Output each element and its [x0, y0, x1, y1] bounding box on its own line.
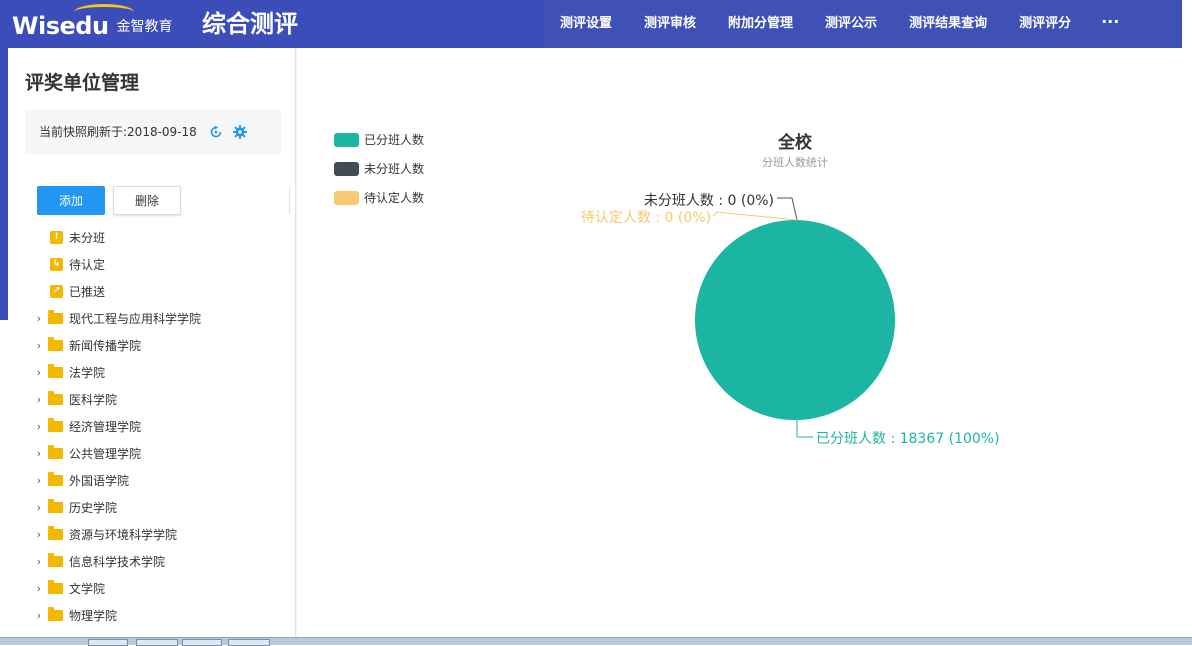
tree-folder-item[interactable]: › 文学院 [30, 575, 201, 602]
tree-item-label: 待认定 [69, 258, 106, 272]
chevron-right-icon[interactable]: › [30, 582, 48, 595]
tree-folder-item[interactable]: › 法学院 [30, 359, 201, 386]
settings-gear-icon[interactable] [232, 125, 247, 139]
folder-icon [48, 580, 63, 594]
folder-icon [48, 553, 63, 567]
pie-data-label: 已分班人数 : 18367 (100%) [816, 431, 1000, 447]
add-button[interactable]: 添加 [37, 186, 105, 215]
chevron-right-icon[interactable]: › [30, 420, 48, 433]
chevron-right-icon[interactable]: › [30, 393, 48, 406]
folder-icon [48, 472, 63, 486]
snapshot-text: 当前快照刷新于:2018-09-18 [39, 125, 197, 139]
folder-icon [48, 445, 63, 459]
app-title: 综合测评 [202, 10, 298, 38]
folder-icon [48, 526, 63, 540]
more-menu-icon[interactable]: ··· [1087, 0, 1133, 48]
tree-folder-label: 文学院 [69, 582, 106, 596]
window-edge [1182, 0, 1192, 48]
top-navigation-bar: Wisedu 金智教育 综合测评 测评设置 测评审核 附加分管理 测评公示 测评… [0, 0, 1192, 48]
tree-folder-item[interactable]: › 资源与环境科学学院 [30, 521, 201, 548]
pie-data-label: 待认定人数 : 0 (0%) [581, 210, 711, 226]
main-content: 已分班人数 未分班人数 待认定人数 全校 分班人数统计 已分班人数 : 1836… [297, 48, 1192, 638]
chevron-right-icon[interactable]: › [30, 501, 48, 514]
folder-icon [48, 364, 63, 378]
tree-folder-label: 经济管理学院 [69, 420, 142, 434]
folder-icon [48, 418, 63, 432]
tree-folder-item[interactable]: › 新闻传播学院 [30, 332, 201, 359]
tree-item-label: 未分班 [69, 231, 106, 245]
wisedu-logo[interactable]: Wisedu 金智教育 [12, 4, 173, 42]
label-leader-line [796, 418, 813, 438]
sidebar: 评奖单位管理 当前快照刷新于:2018-09-18 添加 删除 ! 未分班 ↳ … [8, 48, 296, 638]
tree-folder-label: 历史学院 [69, 501, 118, 515]
nav-item-evaluation-scoring[interactable]: 测评评分 [1003, 0, 1087, 48]
nav-item-evaluation-settings[interactable]: 测评设置 [544, 0, 628, 48]
tree-folder-item[interactable]: › 经济管理学院 [30, 413, 201, 440]
tree-item-pending[interactable]: ↳ 待认定 [30, 251, 201, 278]
snapshot-info: 当前快照刷新于:2018-09-18 [25, 110, 281, 154]
tree-folder-label: 物理学院 [69, 609, 118, 623]
tree-folder-label: 资源与环境科学学院 [69, 528, 178, 542]
nav-item-evaluation-review[interactable]: 测评审核 [628, 0, 712, 48]
chevron-right-icon[interactable]: › [30, 366, 48, 379]
sidebar-title: 评奖单位管理 [25, 72, 140, 94]
tree-folder-label: 法学院 [69, 366, 106, 380]
toolbar-divider [289, 188, 290, 214]
left-accent-strip [0, 48, 8, 320]
tree-item-unassigned[interactable]: ! 未分班 [30, 224, 201, 251]
tree-folder-item[interactable]: › 物理学院 [30, 602, 201, 629]
chevron-right-icon[interactable]: › [30, 474, 48, 487]
logo-swoosh-icon [74, 4, 134, 20]
tree-folder-item[interactable]: › 现代工程与应用科学学院 [30, 305, 201, 332]
tree-folder-item[interactable]: › 医科学院 [30, 386, 201, 413]
pie-data-label: 未分班人数 : 0 (0%) [644, 193, 774, 209]
tree-folder-item[interactable]: › 历史学院 [30, 494, 201, 521]
tree-folder-label: 新闻传播学院 [69, 339, 142, 353]
tree-item-pushed[interactable]: ↗ 已推送 [30, 278, 201, 305]
share-icon: ↗ [50, 285, 63, 298]
tree-item-label: 已推送 [69, 285, 106, 299]
pie-chart: 已分班人数 : 18367 (100%) 未分班人数 : 0 (0%)待认定人数 … [581, 193, 1000, 447]
folder-icon [48, 337, 63, 351]
tree-folder-label: 公共管理学院 [69, 447, 142, 461]
tree-folder-item[interactable]: › 信息科学技术学院 [30, 548, 201, 575]
folder-icon [48, 310, 63, 324]
warning-icon: ! [50, 231, 63, 244]
folder-icon [48, 391, 63, 405]
nav-item-evaluation-publicity[interactable]: 测评公示 [809, 0, 893, 48]
chevron-right-icon[interactable]: › [30, 312, 48, 325]
chevron-right-icon[interactable]: › [30, 609, 48, 622]
pending-icon: ↳ [50, 258, 63, 271]
nav-item-result-query[interactable]: 测评结果查询 [893, 0, 1003, 48]
chevron-right-icon[interactable]: › [30, 447, 48, 460]
tree-folder-item[interactable]: › 外国语学院 [30, 467, 201, 494]
unit-tree: ! 未分班 ↳ 待认定 ↗ 已推送 › 现代工程与应用科学学院 › 新闻传播学院 › 法学… [30, 224, 201, 629]
refresh-icon[interactable] [209, 125, 223, 139]
tree-folder-label: 医科学院 [69, 393, 118, 407]
tree-folder-label: 现代工程与应用科学学院 [69, 312, 202, 326]
label-leader-line [777, 197, 798, 221]
folder-icon [48, 607, 63, 621]
main-nav: 测评设置 测评审核 附加分管理 测评公示 测评结果查询 测评评分 ··· [544, 0, 1133, 48]
os-taskbar [0, 637, 1192, 646]
chevron-right-icon[interactable]: › [30, 555, 48, 568]
folder-icon [48, 499, 63, 513]
label-leader-line [712, 211, 798, 221]
tree-folder-label: 信息科学技术学院 [69, 555, 166, 569]
pie-slice[interactable] [695, 220, 895, 420]
tree-folder-label: 外国语学院 [69, 474, 130, 488]
chevron-right-icon[interactable]: › [30, 339, 48, 352]
chevron-right-icon[interactable]: › [30, 528, 48, 541]
delete-button[interactable]: 删除 [113, 186, 181, 215]
nav-item-bonus-management[interactable]: 附加分管理 [712, 0, 809, 48]
tree-folder-item[interactable]: › 公共管理学院 [30, 440, 201, 467]
